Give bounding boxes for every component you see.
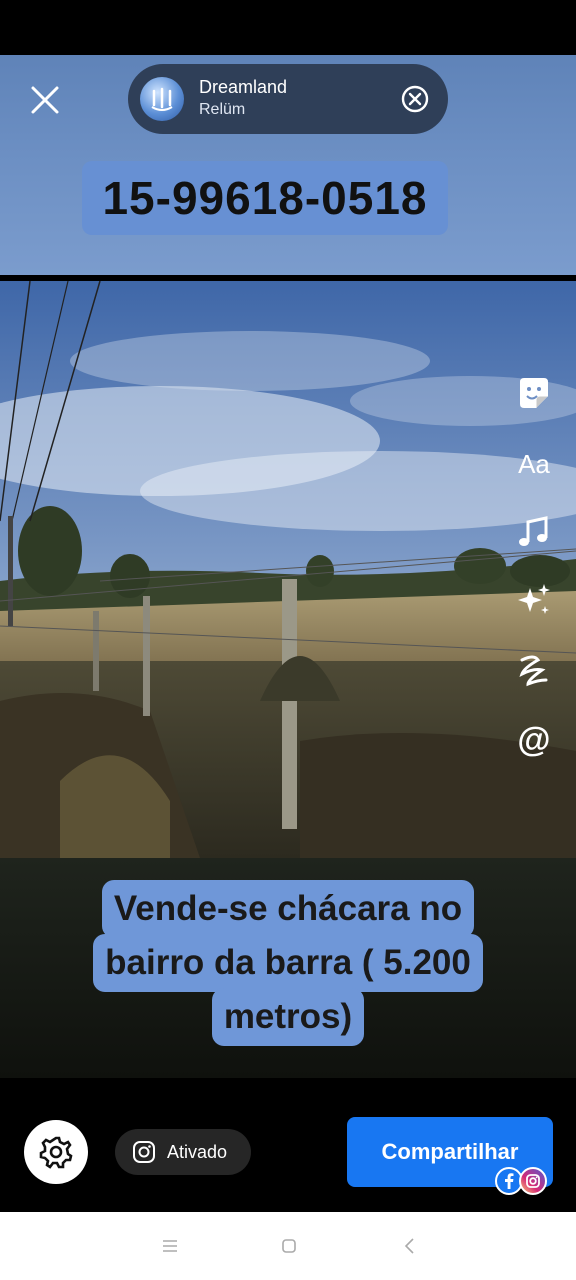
phone-sticker[interactable]: 15-99618-0518 [82,161,448,235]
remove-music-icon[interactable] [400,84,430,114]
sticker-icon[interactable] [514,374,554,414]
menu-icon[interactable] [158,1234,182,1258]
system-navigation-bar [0,1212,576,1280]
music-sticker[interactable]: Dreamland Relüm [128,64,448,134]
instagram-share-toggle[interactable]: Ativado [115,1129,251,1175]
action-bar: Ativado Compartilhar [0,1078,576,1212]
caption-sticker[interactable]: Vende-se chácara no bairro da barra ( 5.… [0,880,576,1046]
instagram-toggle-label: Ativado [167,1142,228,1162]
effects-icon[interactable] [514,580,554,620]
settings-button[interactable] [24,1120,88,1184]
caption-line-1: Vende-se chácara no [101,880,475,938]
instagram-badge-icon [519,1167,547,1195]
status-bar [0,0,576,55]
album-art [140,77,184,121]
caption-line-2: bairro da barra ( 5.200 [93,934,483,992]
draw-icon[interactable] [514,650,554,690]
instagram-icon [133,1141,155,1163]
top-panel: Dreamland Relüm 15-99618-0518 [0,55,576,275]
music-artist: Relüm [199,101,246,118]
home-icon[interactable] [277,1234,301,1258]
mention-icon[interactable]: @ [514,720,554,760]
back-icon[interactable] [398,1234,422,1258]
close-icon[interactable] [26,81,64,119]
gear-icon [39,1136,73,1169]
caption-line-3: metros) [211,988,365,1046]
music-title: Dreamland [199,77,288,97]
story-photo [0,281,576,858]
music-icon[interactable] [514,512,554,552]
text-icon[interactable]: Aa [514,444,554,484]
